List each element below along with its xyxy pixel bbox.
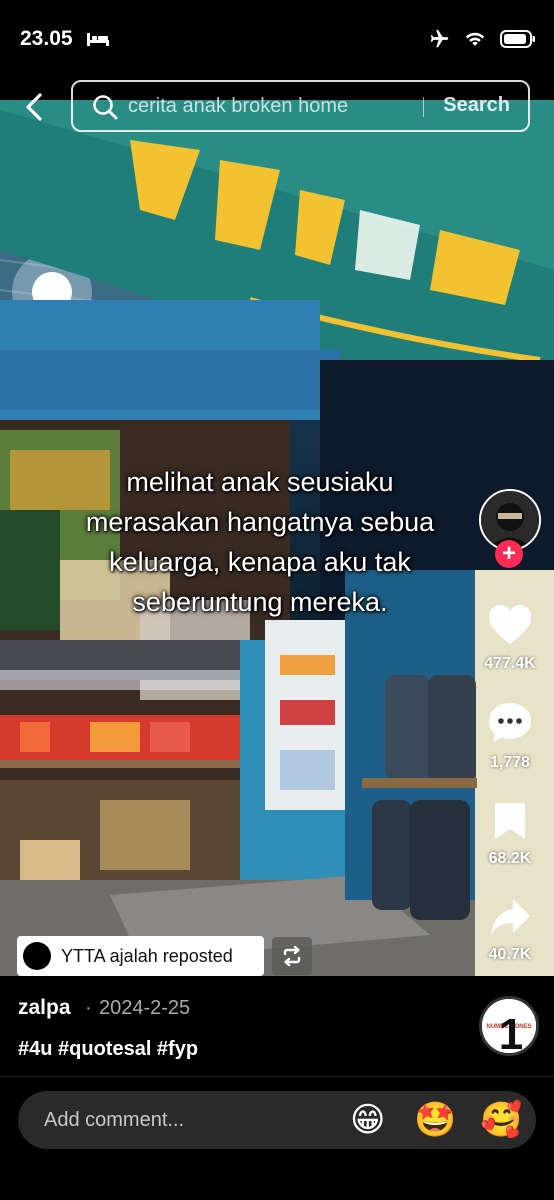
status-time: 23.05 bbox=[20, 27, 73, 50]
caption-line: seberuntung mereka. bbox=[132, 587, 388, 617]
caption-line: keluarga, kenapa aku tak bbox=[109, 547, 411, 577]
heart-icon bbox=[489, 605, 531, 644]
search-input[interactable]: cerita anak broken home bbox=[128, 95, 348, 118]
wifi-icon bbox=[465, 32, 485, 46]
star-struck-emoji-button[interactable]: 🤩 bbox=[414, 1101, 456, 1139]
video-caption: melihat anak seusiaku merasakan hangatny… bbox=[40, 462, 480, 622]
share-icon bbox=[491, 899, 530, 935]
comment-button[interactable]: 1,778 bbox=[472, 701, 548, 772]
repost-button[interactable] bbox=[272, 937, 312, 975]
music-cover-image: NUMBER ONES 1 bbox=[482, 999, 536, 1053]
status-bar: 23.05 bbox=[0, 0, 554, 80]
comment-bar: Add comment... 😁 🤩 🥰 bbox=[0, 1076, 554, 1200]
bookmark-button[interactable]: 68.2K bbox=[472, 801, 548, 868]
search-icon bbox=[93, 95, 118, 120]
search-bar[interactable]: cerita anak broken home Search bbox=[71, 80, 530, 132]
username[interactable]: zalpa bbox=[18, 996, 71, 1020]
caption-line: merasakan hangatnya sebua bbox=[85, 507, 435, 537]
repost-label: YTTA ajalah reposted bbox=[61, 945, 233, 966]
music-label-big: 1 bbox=[499, 1010, 523, 1053]
bookmark-count: 68.2K bbox=[488, 850, 532, 867]
reposter-avatar bbox=[23, 942, 51, 970]
comment-input[interactable]: Add comment... 😁 🤩 🥰 bbox=[18, 1091, 536, 1149]
comment-count: 1,778 bbox=[489, 754, 531, 771]
repost-icon bbox=[283, 945, 301, 967]
hashtags[interactable]: #4u #quotesal #fyp bbox=[18, 1038, 198, 1061]
share-count: 40.7K bbox=[488, 946, 532, 963]
follow-button[interactable]: + bbox=[495, 540, 523, 568]
comment-icon bbox=[489, 703, 531, 742]
bed-icon bbox=[87, 33, 109, 46]
search-button[interactable]: Search bbox=[443, 94, 510, 117]
post-date: 2024-2-25 bbox=[99, 997, 191, 1019]
music-disc[interactable]: NUMBER ONES 1 bbox=[479, 996, 539, 1056]
repost-chip[interactable]: YTTA ajalah reposted bbox=[17, 936, 264, 976]
grinning-emoji-button[interactable]: 😁 bbox=[350, 1101, 385, 1139]
post-info: zalpa · 2024-2-25 #4u #quotesal #fyp NUM… bbox=[0, 976, 554, 1076]
airplane-icon bbox=[430, 29, 449, 48]
like-count: 477.4K bbox=[484, 655, 536, 672]
like-button[interactable]: 477.4K bbox=[472, 604, 548, 673]
comment-placeholder: Add comment... bbox=[44, 1109, 185, 1131]
share-button[interactable]: 40.7K bbox=[472, 897, 548, 964]
caption-line: melihat anak seusiaku bbox=[126, 467, 394, 497]
bookmark-icon bbox=[495, 803, 525, 839]
date-separator: · bbox=[85, 997, 92, 1019]
back-button[interactable] bbox=[20, 92, 48, 122]
status-icons bbox=[428, 28, 536, 50]
search-divider bbox=[423, 97, 424, 117]
smiling-hearts-emoji-button[interactable]: 🥰 bbox=[480, 1101, 522, 1139]
battery-icon bbox=[500, 30, 535, 48]
